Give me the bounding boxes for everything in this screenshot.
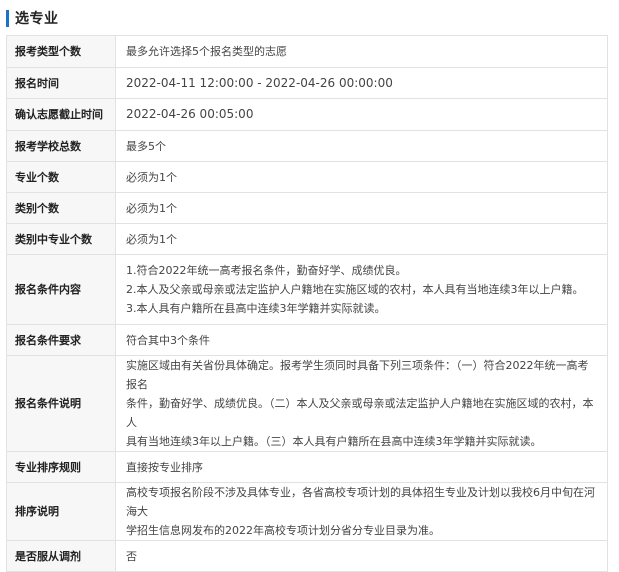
row-label: 类别中专业个数 (6, 223, 116, 255)
row-value-line: 1.符合2022年统一高考报名条件，勤奋好学、成绩优良。 (126, 264, 407, 277)
table-row: 专业排序规则 直接按专业排序 (6, 451, 608, 483)
row-value: 符合其中3个条件 (115, 324, 608, 356)
table-row: 报名条件内容 1.符合2022年统一高考报名条件，勤奋好学、成绩优良。 2.本人… (6, 254, 608, 325)
row-label: 专业排序规则 (6, 451, 116, 483)
row-value: 必须为1个 (115, 161, 608, 193)
row-value: 1.符合2022年统一高考报名条件，勤奋好学、成绩优良。 2.本人及父亲或母亲或… (115, 254, 608, 325)
row-value-line: 学招生信息网发布的2022年高校专项计划分省分专业目录为准。 (126, 524, 440, 537)
info-table: 报考类型个数 最多允许选择5个报名类型的志愿 报名时间 2022-04-11 1… (6, 35, 608, 572)
table-row: 专业个数 必须为1个 (6, 161, 608, 193)
row-label: 报考学校总数 (6, 130, 116, 162)
table-row: 报名条件要求 符合其中3个条件 (6, 324, 608, 356)
row-label: 专业个数 (6, 161, 116, 193)
table-row: 报考类型个数 最多允许选择5个报名类型的志愿 (6, 35, 608, 68)
row-value-line: 高校专项报名阶段不涉及具体专业，各省高校专项计划的具体招生专业及计划以我校6月中… (126, 486, 595, 518)
table-row: 确认志愿截止时间 2022-04-26 00:05:00 (6, 98, 608, 131)
row-value-line: 条件，勤奋好学、成绩优良。（二）本人及父亲或母亲或法定监护人户籍地在实施区域的农… (126, 397, 594, 429)
row-value-line: 3.本人具有户籍所在县高中连续3年学籍并实际就读。 (126, 302, 386, 315)
row-value-line: 具有当地连续3年以上户籍。（三）本人具有户籍所在县高中连续3年学籍并实际就读。 (126, 435, 542, 448)
table-row: 排序说明 高校专项报名阶段不涉及具体专业，各省高校专项计划的具体招生专业及计划以… (6, 482, 608, 541)
table-row: 报名时间 2022-04-11 12:00:00 - 2022-04-26 00… (6, 67, 608, 99)
row-value: 高校专项报名阶段不涉及具体专业，各省高校专项计划的具体招生专业及计划以我校6月中… (115, 482, 608, 541)
row-value: 必须为1个 (115, 223, 608, 255)
row-value: 直接按专业排序 (115, 451, 608, 483)
row-value: 最多5个 (115, 130, 608, 162)
section-title: 选专业 (15, 11, 59, 27)
row-value-line: 实施区域由有关省份具体确定。报考学生须同时具备下列三项条件：（一）符合2022年… (126, 359, 589, 391)
row-label: 报考类型个数 (6, 35, 116, 68)
page: 选专业 报考类型个数 最多允许选择5个报名类型的志愿 报名时间 2022-04-… (0, 0, 619, 572)
row-value: 实施区域由有关省份具体确定。报考学生须同时具备下列三项条件：（一）符合2022年… (115, 355, 608, 452)
row-value: 最多允许选择5个报名类型的志愿 (115, 35, 608, 68)
row-label: 报名条件说明 (6, 355, 116, 452)
row-label: 确认志愿截止时间 (6, 98, 116, 131)
row-value: 2022-04-26 00:05:00 (115, 98, 608, 131)
table-row: 类别中专业个数 必须为1个 (6, 223, 608, 255)
row-label: 报名条件内容 (6, 254, 116, 325)
table-row: 类别个数 必须为1个 (6, 192, 608, 224)
row-label: 类别个数 (6, 192, 116, 224)
row-label: 报名时间 (6, 67, 116, 99)
row-label: 排序说明 (6, 482, 116, 541)
row-value: 2022-04-11 12:00:00 - 2022-04-26 00:00:0… (115, 67, 608, 99)
table-row: 是否服从调剂 否 (6, 540, 608, 572)
table-row: 报名条件说明 实施区域由有关省份具体确定。报考学生须同时具备下列三项条件：（一）… (6, 355, 608, 452)
row-value-line: 2.本人及父亲或母亲或法定监护人户籍地在实施区域的农村，本人具有当地连续3年以上… (126, 283, 584, 296)
row-label: 是否服从调剂 (6, 540, 116, 572)
row-value: 否 (115, 540, 608, 572)
row-label: 报名条件要求 (6, 324, 116, 356)
section-header: 选专业 (6, 8, 59, 28)
table-row: 报考学校总数 最多5个 (6, 130, 608, 162)
section-accent-bar (6, 9, 9, 27)
row-value: 必须为1个 (115, 192, 608, 224)
